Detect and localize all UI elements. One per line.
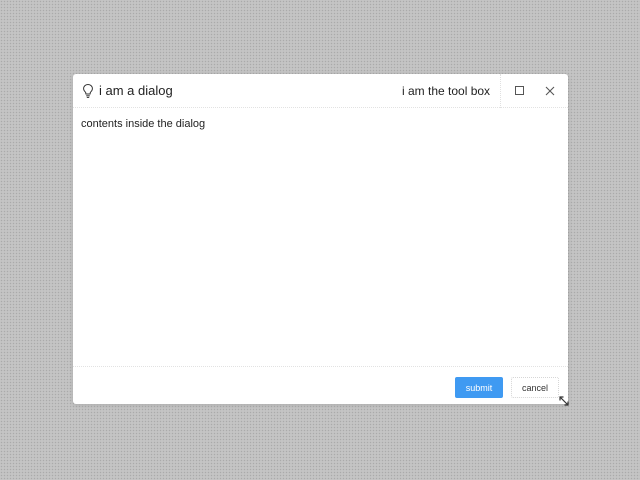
resize-handle-icon[interactable]	[557, 394, 571, 408]
header-divider	[500, 74, 501, 108]
submit-button[interactable]: submit	[455, 377, 503, 398]
dialog-footer: submit cancel	[73, 366, 568, 404]
dialog-content: contents inside the dialog	[81, 118, 206, 130]
dialog-body: contents inside the dialog	[73, 109, 568, 366]
close-icon[interactable]	[542, 83, 558, 99]
toolbox-label: i am the tool box	[402, 84, 491, 98]
dialog: i am a dialog i am the tool box contents…	[73, 74, 568, 404]
dialog-title: i am a dialog	[99, 83, 173, 98]
maximize-icon[interactable]	[512, 83, 528, 99]
cancel-button[interactable]: cancel	[511, 377, 559, 398]
dialog-header[interactable]: i am a dialog i am the tool box	[73, 74, 568, 108]
lightbulb-icon	[82, 83, 94, 99]
